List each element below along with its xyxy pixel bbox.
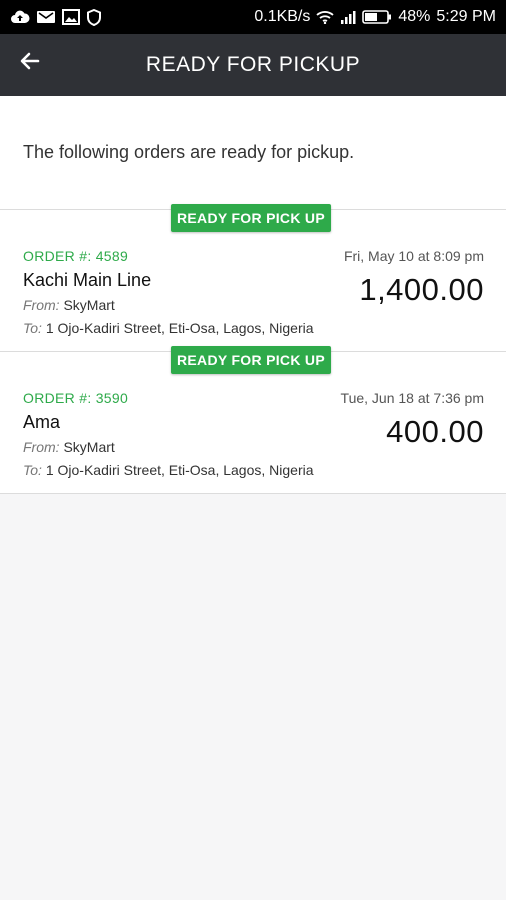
intro-text: The following orders are ready for picku… xyxy=(0,96,506,210)
status-badge: READY FOR PICK UP xyxy=(171,346,331,374)
from-store: SkyMart xyxy=(63,297,115,313)
signal-icon xyxy=(340,10,356,24)
mail-icon xyxy=(36,9,56,25)
status-notification-icons xyxy=(10,8,102,26)
order-to: To: 1 Ojo-Kadiri Street, Eti-Osa, Lagos,… xyxy=(23,320,314,336)
page-title: READY FOR PICKUP xyxy=(145,53,361,76)
clock: 5:29 PM xyxy=(436,8,496,25)
cloud-upload-icon xyxy=(10,9,30,25)
arrow-left-icon xyxy=(20,52,40,75)
order-amount: 400.00 xyxy=(386,414,484,449)
order-card[interactable]: READY FOR PICK UP ORDER #: 4589 Fri, May… xyxy=(0,204,506,352)
order-to: To: 1 Ojo-Kadiri Street, Eti-Osa, Lagos,… xyxy=(23,462,314,478)
status-system-info: 0.1KB/s 48% 5:29 PM xyxy=(254,8,496,26)
from-store: SkyMart xyxy=(63,439,115,455)
to-label: To: xyxy=(23,462,42,478)
order-from: From: SkyMart xyxy=(23,297,115,313)
customer-name: Kachi Main Line xyxy=(23,270,152,290)
battery-percent: 48% xyxy=(398,8,431,25)
shield-icon xyxy=(86,8,102,26)
order-date: Tue, Jun 18 at 7:36 pm xyxy=(340,390,484,406)
status-badge: READY FOR PICK UP xyxy=(171,204,331,232)
wifi-icon xyxy=(316,10,334,24)
customer-name: Ama xyxy=(23,412,61,432)
order-number: ORDER #: 4589 xyxy=(23,248,129,264)
order-date: Fri, May 10 at 8:09 pm xyxy=(343,248,484,264)
to-label: To: xyxy=(23,320,42,336)
image-icon xyxy=(62,9,80,25)
order-amount: 1,400.00 xyxy=(359,272,484,307)
back-button[interactable] xyxy=(14,47,46,79)
order-number: ORDER #: 3590 xyxy=(23,390,129,406)
order-from: From: SkyMart xyxy=(23,439,115,455)
status-bar: 0.1KB/s 48% 5:29 PM xyxy=(0,0,506,34)
app-bar: READY FOR PICKUP xyxy=(0,34,506,96)
to-address: 1 Ojo-Kadiri Street, Eti-Osa, Lagos, Nig… xyxy=(45,320,314,336)
network-speed: 0.1KB/s xyxy=(254,8,311,25)
main-content: The following orders are ready for picku… xyxy=(0,96,506,494)
from-label: From: xyxy=(23,439,60,455)
battery-icon xyxy=(362,10,392,24)
to-address: 1 Ojo-Kadiri Street, Eti-Osa, Lagos, Nig… xyxy=(45,462,314,478)
from-label: From: xyxy=(23,297,60,313)
order-card[interactable]: READY FOR PICK UP ORDER #: 3590 Tue, Jun… xyxy=(0,346,506,494)
